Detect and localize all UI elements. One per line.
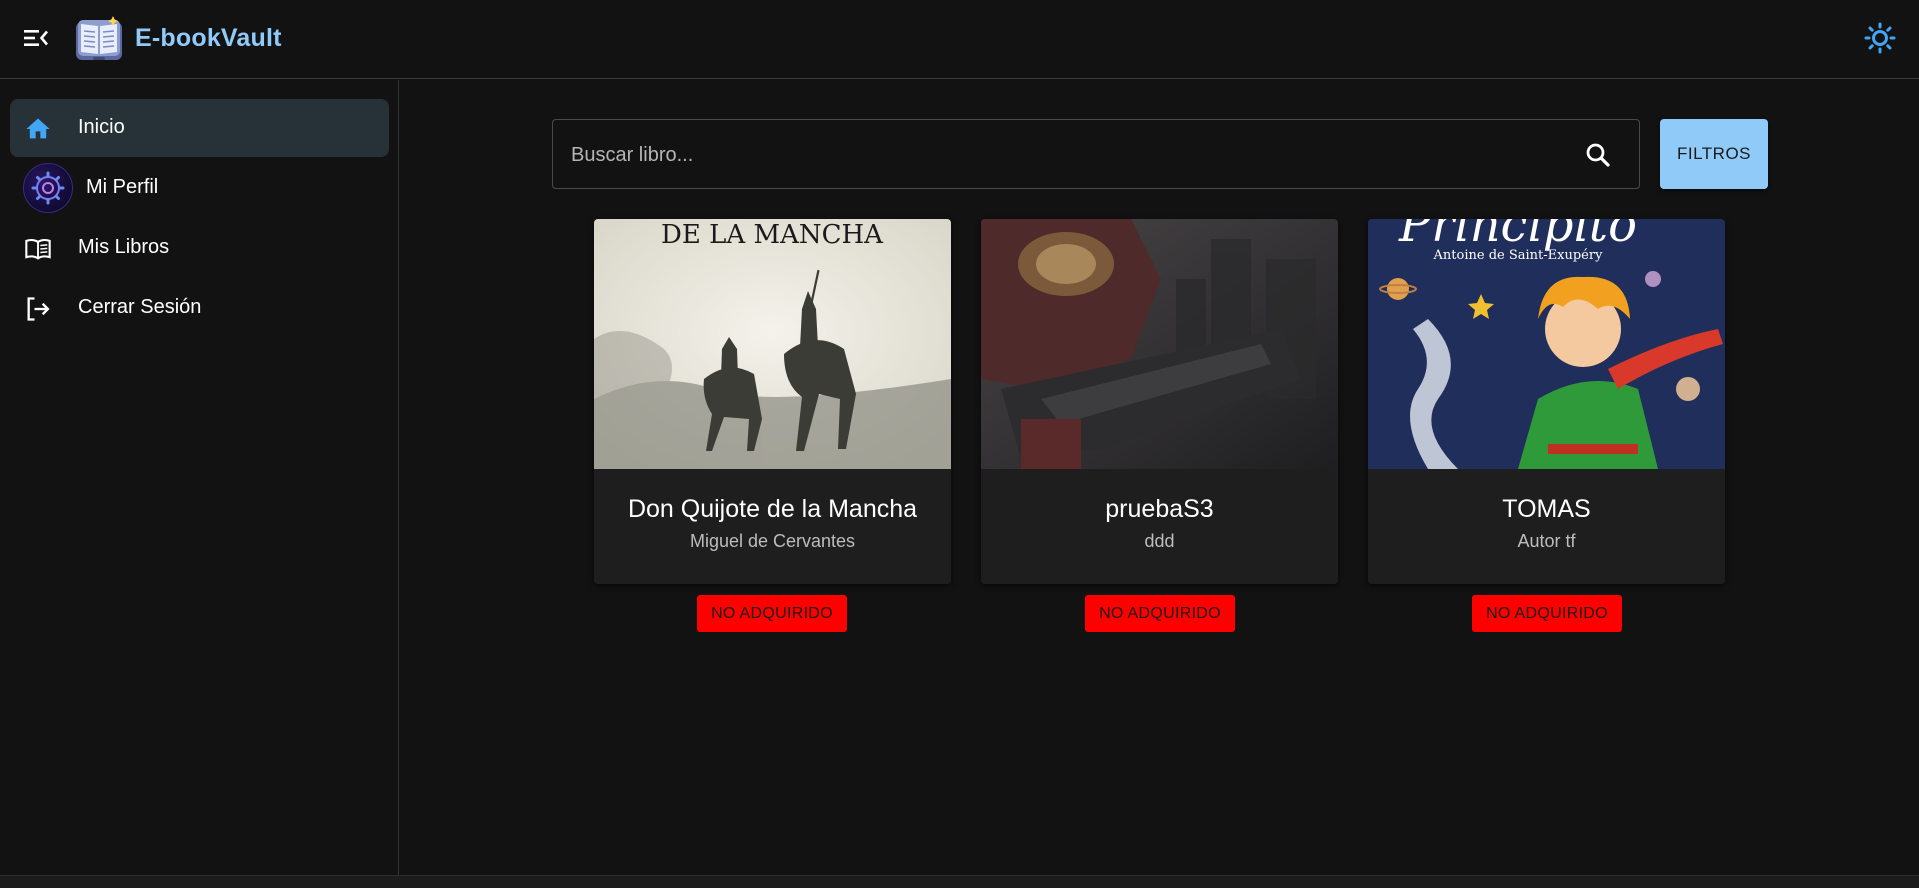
logout-icon — [24, 295, 52, 323]
cover-title-text: DE LA MANCHA — [661, 220, 884, 250]
book-cover-image: Principito Antoine de Saint-Exupéry — [1368, 219, 1725, 469]
book-card[interactable]: pruebaS3 ddd — [981, 219, 1338, 584]
status-badge: NO ADQUIRIDO — [1085, 595, 1235, 632]
sidebar-item-mi-perfil[interactable]: Mi Perfil — [10, 159, 389, 217]
book-author: ddd — [1144, 531, 1175, 551]
sidebar-item-label: Mis Libros — [78, 236, 170, 258]
book-author: Miguel de Cervantes — [689, 531, 856, 551]
filters-button[interactable]: FILTROS — [1660, 119, 1768, 189]
menu-collapse-icon[interactable] — [22, 26, 50, 50]
book-card[interactable]: Principito Antoine de Saint-Exupéry TOMA… — [1368, 219, 1725, 584]
sidebar-item-label: Mi Perfil — [86, 176, 159, 198]
open-book-logo — [73, 14, 125, 64]
home-icon — [24, 115, 52, 143]
search-input[interactable] — [569, 138, 1553, 172]
book-title: pruebaS3 — [1105, 495, 1214, 523]
sidebar-item-cerrar-sesion[interactable]: Cerrar Sesión — [10, 279, 389, 337]
brand-title[interactable]: E-bookVault — [135, 24, 282, 53]
sidebar: Inicio Mi Perfil Mis Libros Cerrar Sesió… — [0, 80, 399, 875]
search-field[interactable] — [552, 119, 1640, 189]
book-cover-image: DE LA MANCHA — [594, 219, 951, 469]
book-cover-image — [981, 219, 1338, 469]
cover-author-text: Antoine de Saint-Exupéry — [1433, 248, 1604, 263]
status-badge: NO ADQUIRIDO — [1472, 595, 1622, 632]
sidebar-item-inicio[interactable]: Inicio — [10, 99, 389, 157]
book-author: Autor tf — [1517, 531, 1576, 551]
avatar — [23, 163, 73, 213]
sidebar-item-mis-libros[interactable]: Mis Libros — [10, 219, 389, 277]
app-bar: E-bookVault — [0, 0, 1919, 79]
search-icon[interactable] — [1583, 140, 1613, 170]
book-icon — [24, 235, 52, 263]
book-title: TOMAS — [1502, 495, 1591, 523]
book-title: Don Quijote de la Mancha — [627, 495, 918, 523]
status-badge: NO ADQUIRIDO — [697, 595, 847, 632]
bottom-strip — [0, 875, 1919, 888]
sidebar-item-label: Cerrar Sesión — [78, 296, 202, 318]
sidebar-item-label: Inicio — [78, 116, 125, 138]
sun-icon[interactable] — [1864, 22, 1896, 54]
book-card[interactable]: DE LA MANCHA Don Quijote de la Mancha Mi… — [594, 219, 951, 584]
